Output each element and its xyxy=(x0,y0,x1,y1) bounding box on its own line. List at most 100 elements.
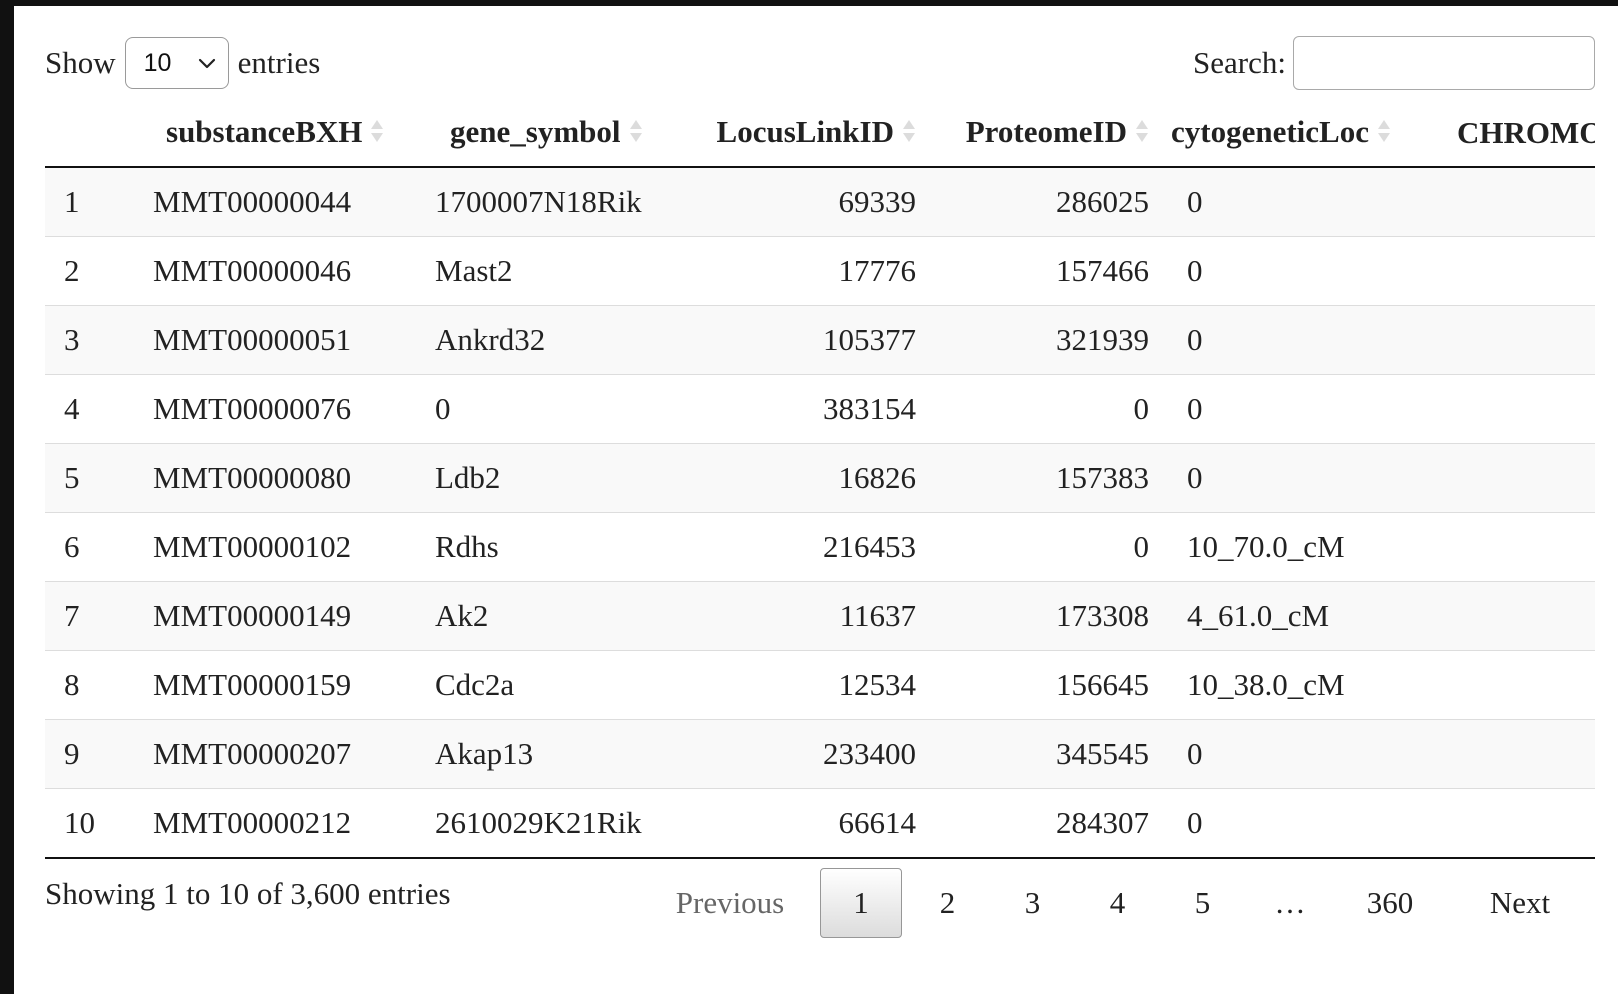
cell-gene-symbol: Rdhs xyxy=(432,512,683,582)
cell-gene-symbol: Ankrd32 xyxy=(432,305,683,375)
search-control: Search: xyxy=(1193,36,1595,90)
data-table-viewport[interactable]: substanceBXH gene_symbol LocusLinkID Pro… xyxy=(45,100,1595,862)
cell-index: 8 xyxy=(45,650,150,720)
pagination: Previous 1 2 3 4 5 … 360 Next xyxy=(640,866,1595,940)
column-header-proteomeid[interactable]: ProteomeID xyxy=(916,100,1149,168)
cell-locuslinkid: 69339 xyxy=(683,167,916,237)
cell-chromosome xyxy=(1439,650,1595,720)
entries-label: entries xyxy=(237,45,321,80)
cell-substancebxh: MMT00000044 xyxy=(150,167,432,237)
sort-icon xyxy=(1135,116,1149,152)
cell-locuslinkid: 383154 xyxy=(683,374,916,444)
data-table: substanceBXH gene_symbol LocusLinkID Pro… xyxy=(45,100,1595,860)
table-header-row: substanceBXH gene_symbol LocusLinkID Pro… xyxy=(45,100,1595,168)
page-button[interactable]: 5 xyxy=(1160,868,1245,938)
table-row: 7 MMT00000149 Ak2 11637 173308 4_61.0_cM xyxy=(45,581,1595,651)
cell-gene-symbol: Mast2 xyxy=(432,236,683,306)
sort-icon xyxy=(370,116,384,152)
cell-proteomeid: 0 xyxy=(916,374,1149,444)
cell-proteomeid: 0 xyxy=(916,512,1149,582)
cell-index: 6 xyxy=(45,512,150,582)
page-button[interactable]: 4 xyxy=(1075,868,1160,938)
cell-locuslinkid: 12534 xyxy=(683,650,916,720)
cell-proteomeid: 286025 xyxy=(916,167,1149,237)
cell-index: 1 xyxy=(45,167,150,237)
search-input[interactable] xyxy=(1293,36,1595,90)
cell-gene-symbol: 0 xyxy=(432,374,683,444)
cell-cytogeneticloc: 0 xyxy=(1149,236,1439,306)
page-button-last[interactable]: 360 xyxy=(1335,868,1445,938)
cell-gene-symbol: Ak2 xyxy=(432,581,683,651)
cell-substancebxh: MMT00000159 xyxy=(150,650,432,720)
cell-gene-symbol: Akap13 xyxy=(432,719,683,789)
table-footer-rule xyxy=(45,857,1595,860)
cell-chromosome xyxy=(1439,167,1595,237)
cell-locuslinkid: 216453 xyxy=(683,512,916,582)
cell-chromosome xyxy=(1439,719,1595,789)
page-length-select[interactable]: 10 xyxy=(124,37,229,89)
cell-locuslinkid: 105377 xyxy=(683,305,916,375)
cell-cytogeneticloc: 10_38.0_cM xyxy=(1149,650,1439,720)
cell-index: 7 xyxy=(45,581,150,651)
page-button[interactable]: 2 xyxy=(905,868,990,938)
cell-index: 4 xyxy=(45,374,150,444)
page-button-current[interactable]: 1 xyxy=(820,868,902,938)
column-header-chromosome[interactable]: CHROMO xyxy=(1439,100,1595,168)
cell-cytogeneticloc: 0 xyxy=(1149,719,1439,789)
cell-proteomeid: 321939 xyxy=(916,305,1149,375)
page-length-control: Show 10 entries xyxy=(45,36,320,90)
cell-locuslinkid: 233400 xyxy=(683,719,916,789)
column-header-cytogeneticloc[interactable]: cytogeneticLoc xyxy=(1149,100,1439,168)
cell-locuslinkid: 16826 xyxy=(683,443,916,513)
cell-cytogeneticloc: 0 xyxy=(1149,788,1439,858)
next-page-button[interactable]: Next xyxy=(1445,868,1595,938)
cell-index: 10 xyxy=(45,788,150,858)
table-row: 4 MMT00000076 0 383154 0 0 xyxy=(45,374,1595,444)
table-row: 10 MMT00000212 2610029K21Rik 66614 28430… xyxy=(45,788,1595,858)
cell-proteomeid: 284307 xyxy=(916,788,1149,858)
cell-chromosome xyxy=(1439,305,1595,375)
search-label: Search: xyxy=(1193,45,1286,80)
cell-substancebxh: MMT00000046 xyxy=(150,236,432,306)
table-row: 2 MMT00000046 Mast2 17776 157466 0 xyxy=(45,236,1595,306)
cell-chromosome xyxy=(1439,374,1595,444)
column-header-substancebxh[interactable]: substanceBXH xyxy=(150,100,432,168)
cell-gene-symbol: Ldb2 xyxy=(432,443,683,513)
cell-substancebxh: MMT00000076 xyxy=(150,374,432,444)
cell-index: 2 xyxy=(45,236,150,306)
cell-chromosome xyxy=(1439,512,1595,582)
cell-locuslinkid: 11637 xyxy=(683,581,916,651)
cell-locuslinkid: 17776 xyxy=(683,236,916,306)
cell-cytogeneticloc: 0 xyxy=(1149,374,1439,444)
cell-gene-symbol: 2610029K21Rik xyxy=(432,788,683,858)
table-row: 8 MMT00000159 Cdc2a 12534 156645 10_38.0… xyxy=(45,650,1595,720)
cell-chromosome xyxy=(1439,581,1595,651)
previous-page-button[interactable]: Previous xyxy=(640,868,820,938)
cell-cytogeneticloc: 0 xyxy=(1149,443,1439,513)
cell-substancebxh: MMT00000207 xyxy=(150,719,432,789)
chevron-down-icon xyxy=(198,57,216,69)
sort-icon xyxy=(1377,116,1391,152)
column-header-gene-symbol[interactable]: gene_symbol xyxy=(432,100,683,168)
table-row: 5 MMT00000080 Ldb2 16826 157383 0 xyxy=(45,443,1595,513)
cell-chromosome xyxy=(1439,788,1595,858)
sort-icon xyxy=(629,116,643,152)
page-button[interactable]: 3 xyxy=(990,868,1075,938)
cell-gene-symbol: Cdc2a xyxy=(432,650,683,720)
cell-chromosome xyxy=(1439,443,1595,513)
cell-substancebxh: MMT00000102 xyxy=(150,512,432,582)
cell-chromosome xyxy=(1439,236,1595,306)
cell-index: 9 xyxy=(45,719,150,789)
column-header-index xyxy=(45,100,150,168)
cell-proteomeid: 157383 xyxy=(916,443,1149,513)
table-row: 6 MMT00000102 Rdhs 216453 0 10_70.0_cM xyxy=(45,512,1595,582)
column-header-locuslinkid[interactable]: LocusLinkID xyxy=(683,100,916,168)
cell-gene-symbol: 1700007N18Rik xyxy=(432,167,683,237)
show-label: Show xyxy=(45,45,116,80)
cell-proteomeid: 157466 xyxy=(916,236,1149,306)
cell-index: 5 xyxy=(45,443,150,513)
sort-icon xyxy=(902,116,916,152)
cell-substancebxh: MMT00000149 xyxy=(150,581,432,651)
cell-locuslinkid: 66614 xyxy=(683,788,916,858)
page-length-value: 10 xyxy=(143,48,172,77)
